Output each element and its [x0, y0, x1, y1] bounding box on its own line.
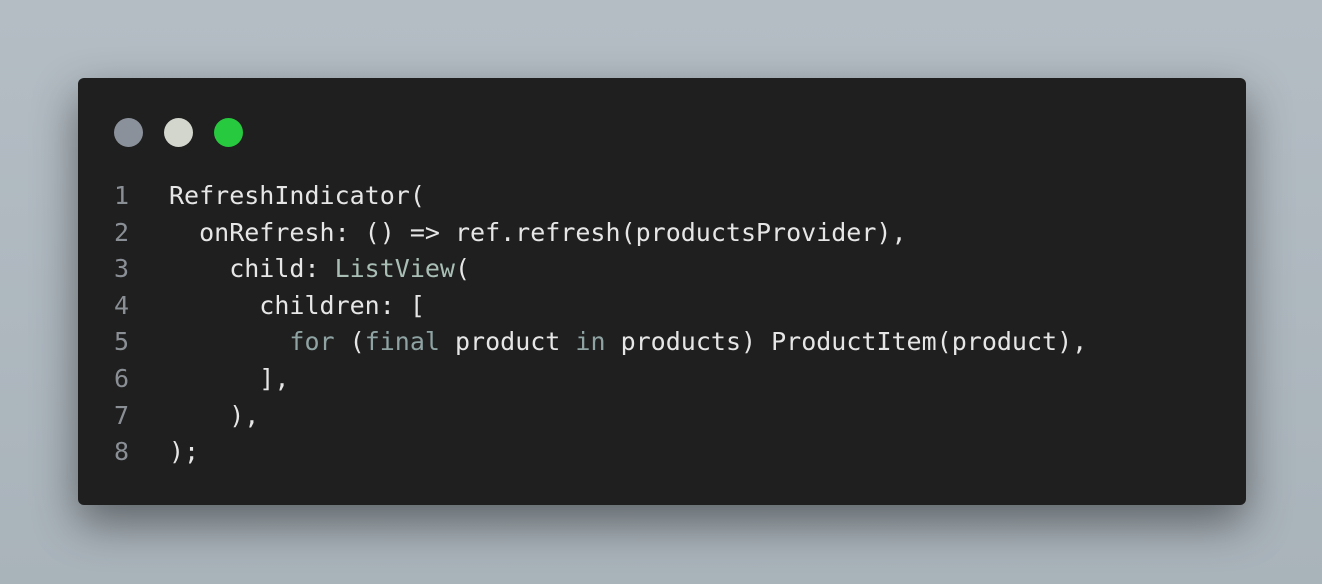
- code-token-plain: onRefresh: () => ref.refresh(productsPro…: [169, 217, 907, 247]
- code-line: 2 onRefresh: () => ref.refresh(productsP…: [78, 215, 1246, 252]
- code-token-plain: ),: [169, 400, 260, 430]
- code-line: 5 for (final product in products) Produc…: [78, 324, 1246, 361]
- code-token-keyword: final: [364, 327, 440, 357]
- code-token-keyword: for: [289, 327, 335, 357]
- code-text: onRefresh: () => ref.refresh(productsPro…: [169, 215, 907, 252]
- code-line: 7 ),: [78, 398, 1246, 435]
- code-text: child: ListView(: [169, 251, 470, 288]
- code-token-plain: );: [169, 437, 200, 467]
- code-block: 1 RefreshIndicator( 2 onRefresh: () => ref…: [78, 178, 1246, 471]
- code-token-plain: (: [455, 254, 471, 284]
- line-number: 6: [114, 363, 130, 393]
- line-number: 8: [114, 437, 130, 467]
- code-line: 8);: [78, 434, 1246, 471]
- code-line: 3 child: ListView(: [78, 251, 1246, 288]
- code-line: 4 children: [: [78, 288, 1246, 325]
- line-number: 3: [114, 254, 130, 284]
- code-text: RefreshIndicator(: [169, 178, 425, 215]
- line-number: 5: [114, 327, 130, 357]
- minimize-button-icon[interactable]: [164, 118, 193, 147]
- code-line: 1 RefreshIndicator(: [78, 178, 1246, 215]
- code-token-plain: (: [334, 327, 365, 357]
- code-text: ),: [169, 398, 259, 435]
- maximize-button-icon[interactable]: [214, 118, 243, 147]
- code-text: for (final product in products) ProductI…: [169, 324, 1087, 361]
- line-number: 1: [114, 181, 130, 210]
- code-token-plain: products) ProductItem(product),: [605, 327, 1088, 357]
- code-token-plain: children: [: [169, 290, 425, 320]
- code-token-type: ListView: [334, 254, 455, 284]
- code-token-plain: RefreshIndicator(: [169, 181, 425, 210]
- code-token-plain: child:: [169, 254, 335, 284]
- code-token-plain: product: [439, 327, 576, 357]
- window-controls: [114, 118, 243, 147]
- line-number: 4: [114, 290, 130, 320]
- line-number: 7: [114, 400, 130, 430]
- line-number: 2: [114, 217, 130, 247]
- code-window: 1 RefreshIndicator( 2 onRefresh: () => ref…: [78, 78, 1246, 505]
- code-text: children: [: [169, 288, 425, 325]
- code-text: ],: [169, 361, 289, 398]
- code-token-keyword: in: [575, 327, 606, 357]
- code-text: );: [169, 434, 199, 471]
- close-button-icon[interactable]: [114, 118, 143, 147]
- code-line: 6 ],: [78, 361, 1246, 398]
- code-token-plain: ],: [169, 363, 290, 393]
